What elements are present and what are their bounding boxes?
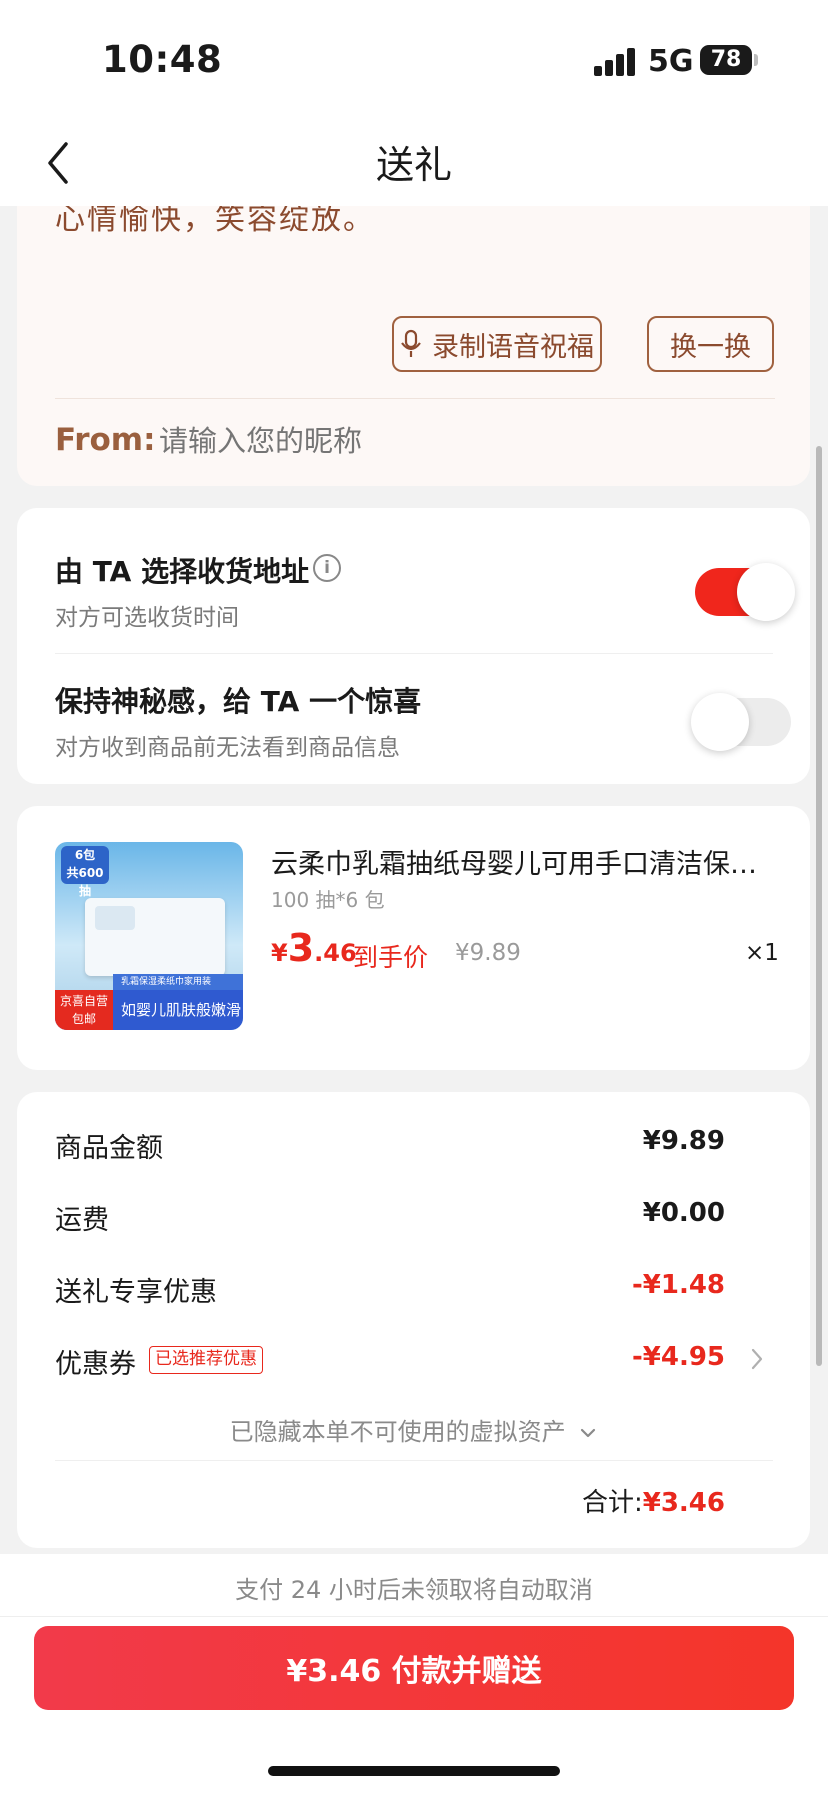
coupon-label[interactable]: 优惠券 (55, 1342, 136, 1381)
scrollbar[interactable] (816, 446, 822, 1366)
goods-amount-value: ¥9.89 (642, 1126, 725, 1156)
record-voice-label: 录制语音祝福 (432, 331, 594, 363)
mystery-option-title: 保持神秘感，给 TA 一个惊喜 (55, 685, 422, 718)
pay-and-gift-button[interactable]: ¥3.46 付款并赠送 (34, 1626, 794, 1710)
nickname-input[interactable] (159, 424, 559, 458)
divider (55, 653, 773, 654)
microphone-icon (401, 329, 421, 357)
product-card[interactable]: 6包 共600抽 乳霜保湿柔纸巾家用装 如婴儿肌肤般嫩滑 京喜自营 包邮 云柔巾… (17, 806, 810, 1070)
gift-discount-label: 送礼专享优惠 (55, 1277, 217, 1308)
original-price: ¥9.89 (455, 940, 521, 966)
hidden-assets-label: 已隐藏本单不可使用的虚拟资产 (229, 1418, 566, 1446)
product-quantity: ×1 (745, 940, 779, 966)
auto-cancel-note: 支付 24 小时后未领取将自动取消 (235, 1576, 593, 1604)
gift-message-card: 心情愉快，笑容绽放。 录制语音祝福 换一换 From: (17, 160, 810, 486)
battery-icon: 78 (700, 45, 752, 75)
record-voice-button[interactable]: 录制语音祝福 (392, 316, 602, 372)
product-price: ¥3.46 (271, 926, 357, 970)
page-title: 送礼 (375, 143, 452, 187)
signal-icon (594, 46, 636, 76)
total-value: ¥3.46 (642, 1488, 725, 1518)
address-toggle[interactable] (695, 563, 795, 621)
status-time: 10:48 (102, 38, 223, 81)
thumb-badge: 6包 共600抽 (61, 846, 109, 898)
mystery-toggle[interactable] (691, 693, 791, 751)
coupon-value[interactable]: -¥4.95 (632, 1342, 725, 1372)
thumb-badge-count: 6包 (74, 848, 96, 862)
gift-discount-value: -¥1.48 (631, 1270, 725, 1300)
hidden-assets-toggle[interactable]: 已隐藏本单不可使用的虚拟资产 (17, 1412, 810, 1447)
status-bar: 10:48 5G 78 (0, 0, 828, 120)
thumb-strip: 乳霜保湿柔纸巾家用装 (113, 974, 243, 990)
address-option-subtitle: 对方可选收货时间 (55, 605, 239, 631)
order-summary-card: 商品金额 ¥9.89 运费 ¥0.00 送礼专享优惠 -¥1.48 优惠券 已选… (17, 1092, 810, 1548)
chevron-right-icon[interactable] (750, 1346, 764, 1372)
goods-amount-label: 商品金额 (55, 1133, 163, 1164)
toggle-knob (691, 693, 749, 751)
coupon-selected-badge: 已选推荐优惠 (149, 1346, 263, 1374)
thumb-red-line1: 京喜自营 (59, 994, 108, 1008)
divider (55, 398, 775, 399)
price-integer: 3 (287, 926, 315, 970)
price-tag: 到手价 (353, 943, 429, 972)
order-total: 合计:¥3.46 (582, 1482, 725, 1519)
price-decimal: .46 (314, 939, 357, 967)
total-label: 合计: (581, 1488, 643, 1518)
battery-cap (754, 54, 758, 66)
shipping-value: ¥0.00 (642, 1198, 725, 1228)
toggle-knob (737, 563, 795, 621)
thumb-red-line2: 包邮 (71, 1012, 96, 1026)
nav-bar: 送礼 (0, 120, 828, 206)
from-label: From: (55, 422, 156, 458)
chevron-down-icon (581, 1428, 596, 1438)
home-indicator[interactable] (268, 1766, 560, 1776)
divider (0, 1616, 828, 1617)
tissue-box-graphic (85, 898, 225, 976)
product-name[interactable]: 云柔巾乳霜抽纸母婴儿可用手口清洁保… (271, 842, 781, 881)
network-type: 5G (648, 44, 694, 79)
info-icon[interactable]: i (313, 554, 341, 582)
divider (55, 1460, 773, 1461)
product-spec: 100 抽*6 包 (271, 888, 385, 912)
price-symbol: ¥ (271, 939, 288, 967)
thumb-badge-total: 共600抽 (66, 866, 104, 898)
shipping-label: 运费 (55, 1205, 109, 1236)
thumb-red-badge: 京喜自营 包邮 (55, 990, 113, 1030)
gift-options-card: 由 TA 选择收货地址 i 对方可选收货时间 保持神秘感，给 TA 一个惊喜 对… (17, 508, 810, 784)
address-option-title: 由 TA 选择收货地址 (55, 555, 310, 588)
mystery-option-subtitle: 对方收到商品前无法看到商品信息 (55, 735, 400, 761)
product-image[interactable]: 6包 共600抽 乳霜保湿柔纸巾家用装 如婴儿肌肤般嫩滑 京喜自营 包邮 (55, 842, 243, 1030)
swap-message-button[interactable]: 换一换 (647, 316, 774, 372)
